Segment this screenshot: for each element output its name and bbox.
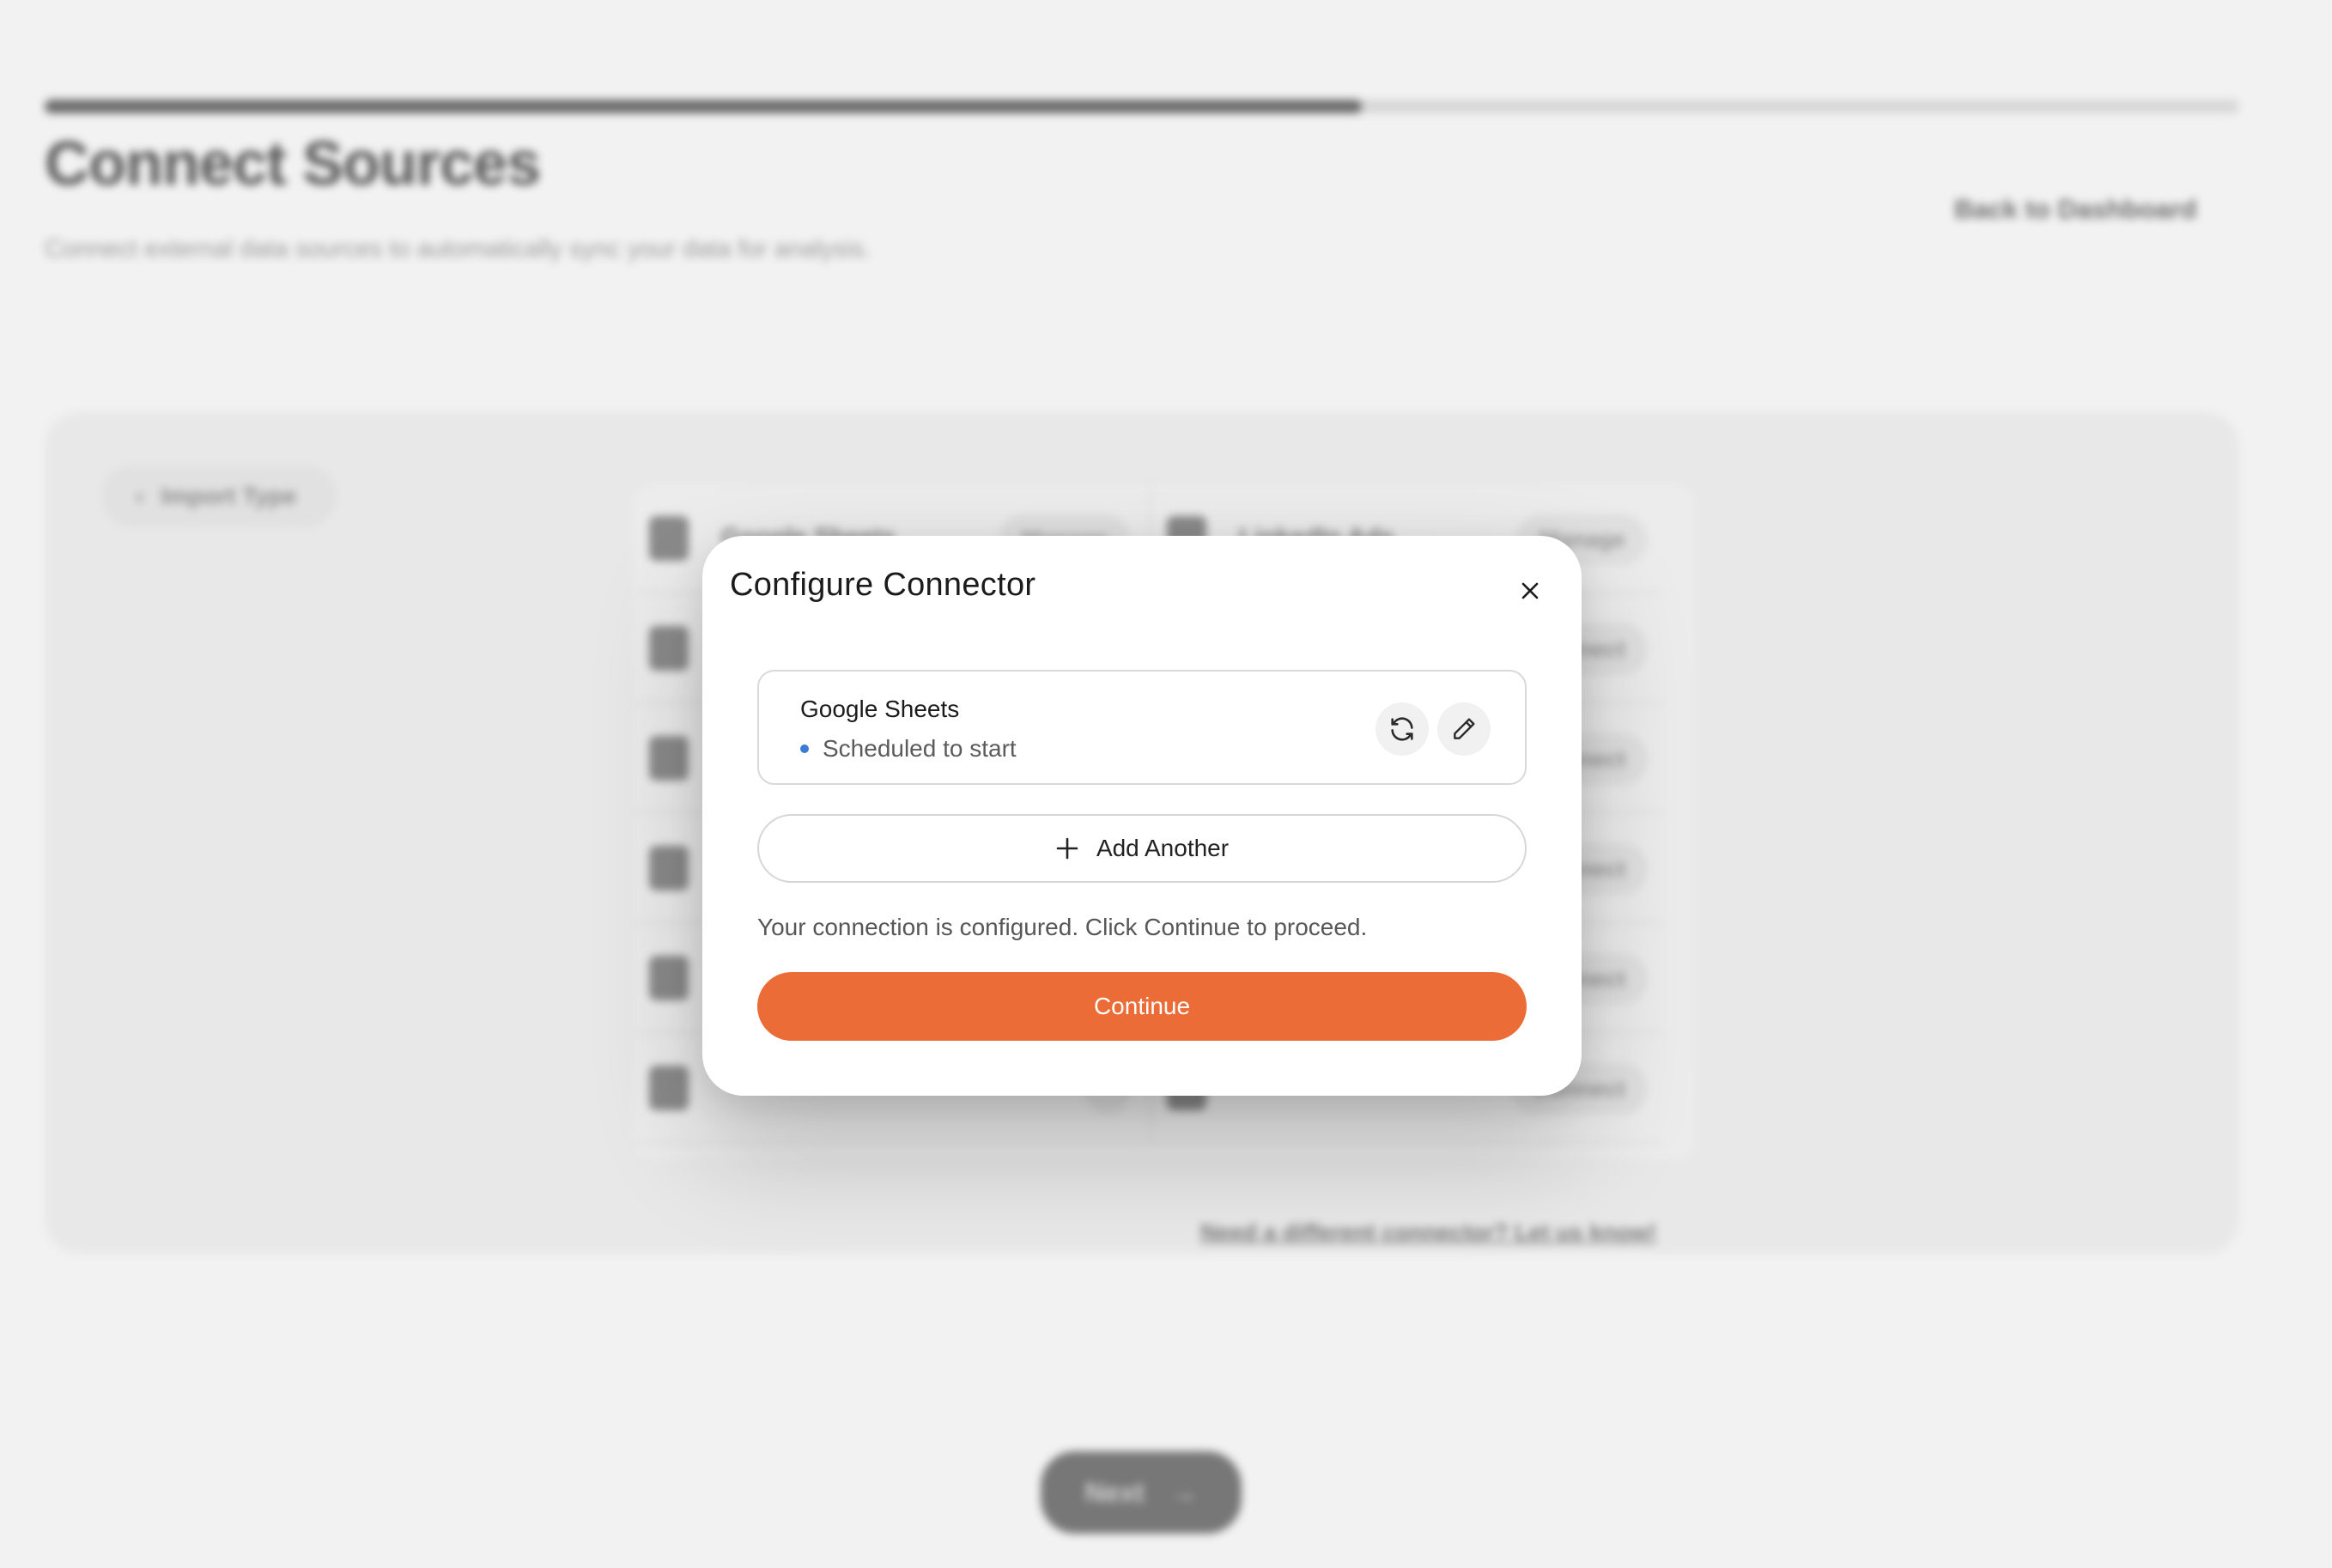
import-type-label: Import Type [161,483,297,509]
connector-card: Google Sheets Scheduled to start [757,670,1527,785]
connector-logo-icon [649,625,689,671]
back-to-dashboard-link[interactable]: Back to Dashboard [1954,194,2197,225]
next-button[interactable]: Next → [1041,1451,1242,1534]
continue-label: Continue [1093,993,1191,1019]
configure-connector-modal: Configure Connector Google Sheets Schedu… [702,536,1582,1096]
close-button[interactable] [1509,570,1551,611]
connector-logo-icon [649,735,689,781]
edit-button[interactable] [1437,702,1491,756]
need-different-connector-link[interactable]: Need a different connector? Let us know! [1200,1219,1656,1246]
import-type-button[interactable]: ‹ Import Type [101,465,337,527]
help-text: Your connection is configured. Click Con… [757,914,1368,940]
progress-fill [45,100,1362,113]
connector-logo-icon [649,1065,689,1110]
connector-logo-icon [649,845,689,890]
add-another-button[interactable]: Add Another [757,814,1527,883]
connector-status: Scheduled to start [800,735,1017,763]
continue-button[interactable]: Continue [757,972,1527,1041]
progress-bar [45,100,2239,113]
page-subtitle: Connect external data sources to automat… [45,235,871,263]
sync-button[interactable] [1376,702,1429,756]
connector-logo-icon [649,955,689,1000]
page-title: Connect Sources [45,130,541,198]
connector-logo-icon [649,515,689,561]
add-another-label: Add Another [1096,835,1230,861]
connector-name: Google Sheets [800,696,960,722]
plus-icon [1056,837,1078,860]
refresh-icon [1391,717,1413,741]
status-dot-icon [800,744,809,753]
next-label: Next [1084,1476,1145,1508]
pencil-icon [1454,718,1475,739]
arrow-right-icon: → [1169,1476,1198,1508]
status-text: Scheduled to start [823,735,1017,762]
close-icon [1521,582,1539,599]
modal-title: Configure Connector [730,567,1036,603]
chevron-left-icon: ‹ [136,483,144,509]
